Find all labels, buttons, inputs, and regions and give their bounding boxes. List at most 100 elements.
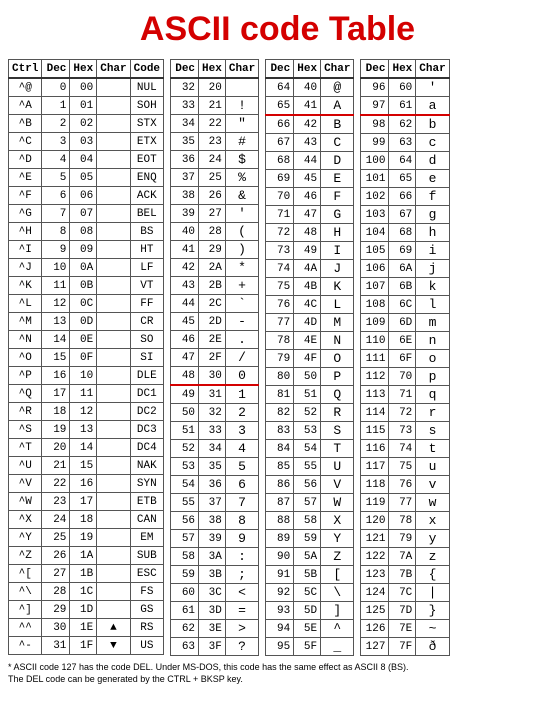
cell-hex: 17 — [70, 493, 97, 511]
cell-ctrl: ^] — [9, 601, 42, 619]
cell-code: DC4 — [130, 439, 163, 457]
cell-dec: 121 — [361, 530, 389, 548]
cell-dec: 75 — [266, 278, 294, 296]
table-row: 54366 — [171, 476, 259, 494]
cell-code: VT — [130, 277, 163, 295]
cell-char — [97, 601, 130, 619]
cell-code: ETB — [130, 493, 163, 511]
cell-char: U — [321, 458, 354, 476]
cell-dec: 3 — [42, 133, 70, 151]
cell-code: LF — [130, 259, 163, 277]
table-row: ^@000NUL — [9, 78, 164, 97]
cell-code: HT — [130, 241, 163, 259]
cell-hex: 62 — [389, 115, 416, 134]
cell-hex: 0E — [70, 331, 97, 349]
cell-dec: 1 — [42, 97, 70, 115]
cell-hex: 32 — [199, 404, 226, 422]
cell-dec: 90 — [266, 548, 294, 566]
cell-char — [97, 223, 130, 241]
cell-dec: 68 — [266, 152, 294, 170]
cell-char: q — [416, 386, 449, 404]
cell-char — [97, 187, 130, 205]
table-row: 3422" — [171, 115, 259, 133]
cell-hex: 59 — [294, 530, 321, 548]
cell-ctrl: ^[ — [9, 565, 42, 583]
cell-dec: 73 — [266, 242, 294, 260]
cell-hex: 5D — [294, 602, 321, 620]
cell-dec: 69 — [266, 170, 294, 188]
cell-hex: 10 — [70, 367, 97, 385]
table-row: 3725% — [171, 169, 259, 187]
table-row: 8151Q — [266, 386, 354, 404]
cell-hex: 4F — [294, 350, 321, 368]
cell-hex: 13 — [70, 421, 97, 439]
table-row: ^V2216SYN — [9, 475, 164, 493]
cell-hex: 0F — [70, 349, 97, 367]
cell-dec: 46 — [171, 331, 199, 349]
cell-dec: 28 — [42, 583, 70, 601]
table-row: 8757W — [266, 494, 354, 512]
cell-dec: 35 — [171, 133, 199, 151]
table-row: 11977w — [361, 494, 449, 512]
table-row: 1227Az — [361, 548, 449, 566]
cell-dec: 112 — [361, 368, 389, 386]
cell-dec: 34 — [171, 115, 199, 133]
cell-dec: 7 — [42, 205, 70, 223]
cell-dec: 5 — [42, 169, 70, 187]
cell-dec: 71 — [266, 206, 294, 224]
cell-dec: 11 — [42, 277, 70, 295]
cell-hex: 6A — [389, 260, 416, 278]
cell-char — [97, 151, 130, 169]
cell-hex: 41 — [294, 97, 321, 116]
table-row: 462E. — [171, 331, 259, 349]
table-row: 3523# — [171, 133, 259, 151]
cell-dec: 0 — [42, 78, 70, 97]
cell-char: 2 — [225, 404, 258, 422]
table-row: 10569i — [361, 242, 449, 260]
table-row: ^X2418CAN — [9, 511, 164, 529]
table-row: ^[271BESC — [9, 565, 164, 583]
table-row: 1267E~ — [361, 620, 449, 638]
table-row: 7046F — [266, 188, 354, 206]
table-row: 472F/ — [171, 349, 259, 367]
cell-char: f — [416, 188, 449, 206]
cell-char: > — [225, 620, 258, 638]
cell-dec: 98 — [361, 115, 389, 134]
cell-hex: 49 — [294, 242, 321, 260]
cell-code: SYN — [130, 475, 163, 493]
cell-hex: 19 — [70, 529, 97, 547]
cell-char: G — [321, 206, 354, 224]
cell-char: w — [416, 494, 449, 512]
cell-hex: 56 — [294, 476, 321, 494]
cell-char: 8 — [225, 512, 258, 530]
cell-char — [97, 511, 130, 529]
col-hex: Hex — [389, 60, 416, 79]
cell-code: CAN — [130, 511, 163, 529]
cell-char: M — [321, 314, 354, 332]
cell-ctrl: ^Q — [9, 385, 42, 403]
cell-hex: 35 — [199, 458, 226, 476]
cell-dec: 104 — [361, 224, 389, 242]
cell-char: A — [321, 97, 354, 116]
cell-dec: 29 — [42, 601, 70, 619]
cell-char — [97, 529, 130, 547]
table-row: 55377 — [171, 494, 259, 512]
ascii-block-1: Ctrl Dec Hex Char Code ^@000NUL^A101SOH^… — [8, 59, 164, 655]
cell-char: P — [321, 368, 354, 386]
cell-dec: 8 — [42, 223, 70, 241]
cell-code: EOT — [130, 151, 163, 169]
cell-code: ETX — [130, 133, 163, 151]
table-row: 8959Y — [266, 530, 354, 548]
cell-char: 0 — [225, 367, 258, 386]
cell-hex: 3A — [199, 548, 226, 566]
cell-char: O — [321, 350, 354, 368]
col-ctrl: Ctrl — [9, 60, 42, 79]
cell-hex: 6F — [389, 350, 416, 368]
cell-char: L — [321, 296, 354, 314]
cell-dec: 24 — [42, 511, 70, 529]
table-row: ^\281CFS — [9, 583, 164, 601]
cell-hex: 70 — [389, 368, 416, 386]
cell-char: l — [416, 296, 449, 314]
cell-hex: 1E — [70, 619, 97, 637]
col-char: Char — [416, 60, 449, 79]
